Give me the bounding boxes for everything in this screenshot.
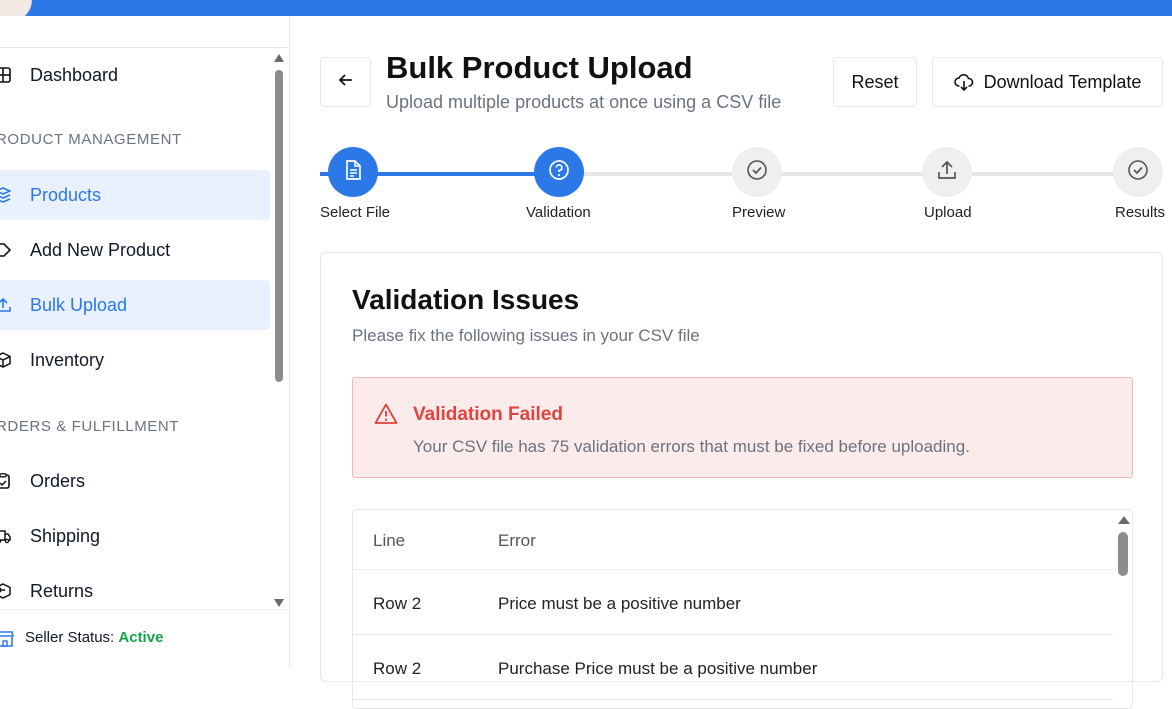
sidebar-item-label: Add New Product [30, 239, 171, 260]
sidebar-item-orders[interactable]: Orders [0, 456, 270, 506]
table-scrollbar[interactable] [1115, 510, 1132, 708]
layers-icon [0, 186, 12, 204]
validation-error-alert: Validation Failed Your CSV file has 75 v… [352, 377, 1133, 478]
download-template-label: Download Template [983, 71, 1142, 92]
sidebar-item-label: Inventory [30, 349, 105, 370]
sidebar-item-label: Bulk Upload [30, 294, 128, 315]
box-icon [0, 351, 12, 369]
step-select-file[interactable] [328, 147, 378, 197]
sidebar-item-label: Dashboard [30, 64, 119, 85]
seller-status-label: Seller Status: [25, 629, 115, 646]
sidebar: Dashboard RODUCT MANAGEMENT Products Add… [0, 16, 290, 667]
back-button[interactable] [320, 57, 371, 107]
sidebar-item-products[interactable]: Products [0, 170, 270, 220]
seller-status: Seller Status: Active [0, 609, 289, 667]
sidebar-item-add-new-product[interactable]: Add New Product [0, 225, 270, 275]
sidebar-item-label: Returns [30, 580, 94, 601]
seller-status-text: Seller Status: Active [25, 629, 163, 646]
sidebar-item-bulk-upload[interactable]: Bulk Upload [0, 280, 270, 330]
check-circle-icon [1127, 159, 1149, 186]
tag-icon [0, 241, 12, 259]
step-upload[interactable] [922, 147, 972, 197]
step-results[interactable] [1113, 147, 1163, 197]
step-label-results: Results [1115, 204, 1166, 221]
table-row: Row 2 Purchase Price must be a positive … [353, 635, 1113, 700]
step-label-select-file: Select File [320, 204, 391, 221]
grid-icon [0, 66, 12, 84]
validation-errors-table: Line Error Row 2 Price must be a positiv… [352, 509, 1133, 709]
store-icon [0, 630, 15, 648]
cell-line: Row 2 [373, 659, 422, 678]
validation-subtitle: Please fix the following issues in your … [352, 326, 700, 345]
validation-card: Validation Issues Please fix the followi… [320, 252, 1163, 709]
sidebar-item-inventory[interactable]: Inventory [0, 335, 270, 385]
column-header-line: Line [373, 531, 406, 550]
step-preview[interactable] [732, 147, 782, 197]
page-subtitle: Upload multiple products at once using a… [386, 92, 782, 112]
step-label-validation: Validation [526, 204, 591, 221]
step-label-preview: Preview [732, 204, 786, 221]
reset-button[interactable]: Reset [833, 57, 917, 107]
sidebar-item-label: Shipping [30, 525, 101, 546]
upload-icon [936, 159, 958, 186]
return-icon [0, 582, 12, 600]
alert-title: Validation Failed [413, 404, 563, 425]
truck-icon [0, 527, 12, 545]
help-circle-icon [548, 159, 570, 186]
seller-status-value: Active [118, 629, 164, 646]
top-app-bar [0, 0, 1172, 22]
arrow-left-icon [337, 71, 355, 94]
scroll-up-arrow-icon[interactable] [1118, 516, 1130, 524]
scroll-up-arrow-icon[interactable] [274, 54, 284, 62]
file-text-icon [342, 159, 364, 186]
scrollbar-thumb[interactable] [275, 70, 283, 382]
upload-icon [0, 296, 12, 314]
reset-button-label: Reset [851, 71, 899, 92]
page-title: Bulk Product Upload [386, 50, 693, 85]
sidebar-item-label: Orders [30, 470, 86, 491]
sidebar-divider [0, 47, 289, 48]
sidebar-item-label: Products [30, 184, 102, 205]
sidebar-item-dashboard[interactable]: Dashboard [0, 50, 270, 100]
clipboard-icon [0, 472, 12, 490]
sidebar-scrollbar[interactable] [273, 52, 285, 607]
stepper-track-pending [560, 172, 1140, 176]
cell-error: Purchase Price must be a positive number [498, 659, 818, 678]
step-validation[interactable] [534, 147, 584, 197]
table-header-row: Line Error [353, 510, 1113, 570]
check-circle-icon [746, 159, 768, 186]
scroll-down-arrow-icon[interactable] [274, 599, 284, 607]
download-template-button[interactable]: Download Template [932, 57, 1163, 107]
warning-triangle-icon [374, 402, 398, 426]
cell-error: Price must be a positive number [498, 594, 741, 613]
step-label-upload: Upload [924, 204, 972, 221]
section-title-product-management: RODUCT MANAGEMENT [0, 131, 182, 148]
alert-message: Your CSV file has 75 validation errors t… [413, 437, 970, 456]
validation-title: Validation Issues [352, 284, 580, 315]
scrollbar-thumb[interactable] [1118, 532, 1128, 576]
cloud-download-icon [953, 72, 974, 92]
cell-line: Row 2 [373, 594, 422, 613]
section-title-orders-fulfillment: RDERS & FULFILLMENT [0, 418, 180, 435]
sidebar-item-shipping[interactable]: Shipping [0, 511, 270, 561]
column-header-error: Error [498, 531, 536, 550]
table-row: Row 2 Price must be a positive number [353, 570, 1113, 635]
